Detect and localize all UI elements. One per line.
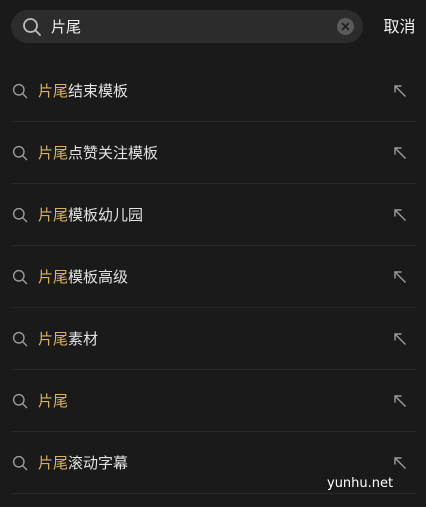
search-icon [12, 83, 28, 99]
suggestion-text: 模板幼儿园 [68, 206, 144, 224]
arrow-up-left-icon[interactable] [392, 145, 408, 161]
suggestion-label: 片尾模板幼儿园 [38, 184, 143, 246]
divider [12, 493, 416, 494]
suggestion-highlight: 片尾 [38, 454, 69, 472]
suggestion-label: 片尾素材 [38, 308, 98, 370]
suggestion-item[interactable]: 片尾点赞关注模板 [0, 122, 426, 184]
search-icon [12, 145, 28, 161]
suggestion-highlight: 片尾 [38, 268, 69, 286]
suggestion-label: 片尾 [38, 370, 68, 432]
suggestion-highlight: 片尾 [38, 330, 69, 348]
suggestion-list: 片尾结束模板 片尾点赞关注模板 片尾模板幼儿园 片尾模板高级 片尾素材 片尾 片… [0, 60, 426, 494]
suggestion-item[interactable]: 片尾素材 [0, 308, 426, 370]
suggestion-item[interactable]: 片尾模板高级 [0, 246, 426, 308]
suggestion-text: 素材 [68, 330, 99, 348]
arrow-up-left-icon[interactable] [392, 455, 408, 471]
suggestion-text: 点赞关注模板 [68, 144, 159, 162]
search-icon [23, 18, 41, 36]
suggestion-label: 片尾滚动字幕 [38, 432, 128, 494]
arrow-up-left-icon[interactable] [392, 393, 408, 409]
search-icon [12, 393, 28, 409]
search-icon [12, 207, 28, 223]
suggestion-label: 片尾模板高级 [38, 246, 128, 308]
arrow-up-left-icon[interactable] [392, 83, 408, 99]
suggestion-item[interactable]: 片尾模板幼儿园 [0, 184, 426, 246]
watermark-text: yunhu.net [327, 476, 394, 491]
suggestion-label: 片尾点赞关注模板 [38, 122, 158, 184]
suggestion-text: 模板高级 [68, 268, 129, 286]
search-field[interactable] [11, 10, 363, 43]
arrow-up-left-icon[interactable] [392, 269, 408, 285]
suggestion-item[interactable]: 片尾 [0, 370, 426, 432]
search-icon [12, 455, 28, 471]
clear-icon [341, 22, 350, 31]
arrow-up-left-icon[interactable] [392, 331, 408, 347]
clear-search-button[interactable] [337, 18, 354, 35]
suggestion-text: 滚动字幕 [68, 454, 129, 472]
search-icon [12, 331, 28, 347]
search-input[interactable] [51, 10, 331, 43]
arrow-up-left-icon[interactable] [392, 207, 408, 223]
suggestion-highlight: 片尾 [38, 206, 69, 224]
suggestion-item[interactable]: 片尾结束模板 [0, 60, 426, 122]
suggestion-highlight: 片尾 [38, 144, 69, 162]
suggestion-label: 片尾结束模板 [38, 60, 128, 122]
suggestion-highlight: 片尾 [38, 82, 69, 100]
cancel-button[interactable]: 取消 [373, 10, 426, 43]
search-icon [12, 269, 28, 285]
search-bar: 取消 [0, 0, 426, 54]
suggestion-highlight: 片尾 [38, 392, 69, 410]
suggestion-text: 结束模板 [68, 82, 129, 100]
